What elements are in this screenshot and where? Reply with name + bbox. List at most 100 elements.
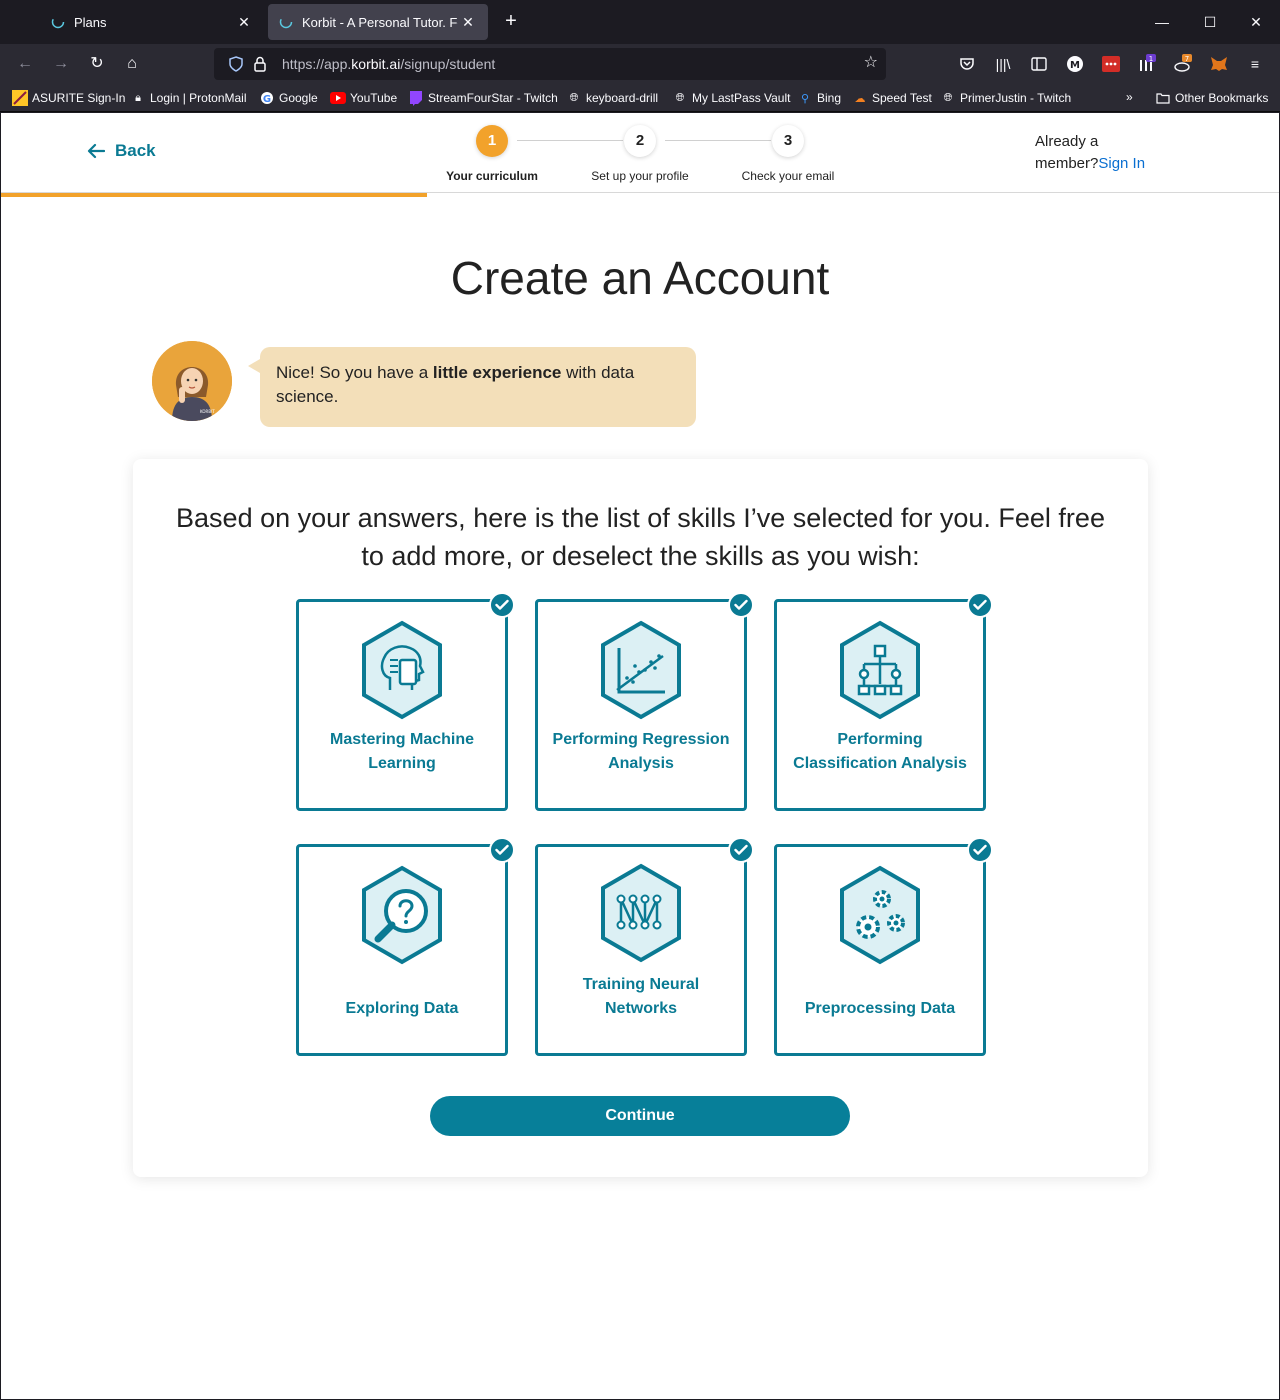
regression-chart-icon [601, 620, 681, 720]
back-label: Back [115, 141, 156, 160]
lastpass-icon[interactable] [1101, 54, 1121, 74]
asu-icon [12, 90, 28, 106]
browser-tab-bar: Plans ✕ Korbit - A Personal Tutor. For E… [0, 0, 1280, 44]
step-label: Set up your profile [591, 169, 689, 183]
youtube-icon [330, 90, 346, 106]
lock-icon[interactable] [248, 52, 272, 76]
step-check-email: 3 Check your email [728, 125, 848, 183]
checkmark-icon [728, 837, 754, 863]
tab-title: Plans [74, 14, 107, 30]
bookmark-streamfourstar[interactable]: StreamFourStar - Twitch [408, 90, 558, 106]
continue-button[interactable]: Continue [430, 1096, 850, 1136]
forward-arrow-icon[interactable]: → [49, 52, 73, 76]
already-member-text: Already a member?Sign In [1035, 133, 1146, 172]
twitch-icon [408, 90, 424, 106]
extension-equalizer-icon[interactable]: 1 [1137, 54, 1157, 74]
close-tab-icon[interactable]: ✕ [234, 14, 254, 31]
skill-name: Performing Regression Analysis [552, 731, 730, 772]
skill-name: Exploring Data [345, 1000, 459, 1017]
bookmark-bing[interactable]: ⚲ Bing [797, 90, 841, 106]
back-arrow-icon[interactable]: ← [13, 52, 37, 76]
library-icon[interactable]: |||\ [993, 54, 1013, 74]
neural-network-icon [601, 863, 681, 963]
page: Back 1 Your curriculum 2 Set up your pro… [1, 113, 1279, 1399]
bookmark-protonmail[interactable]: 🔒︎ Login | ProtonMail [130, 90, 246, 106]
account-icon[interactable]: M [1065, 54, 1085, 74]
classification-tree-icon [840, 620, 920, 720]
folder-icon [1155, 90, 1171, 106]
skill-name: Performing Classification Analysis [793, 731, 967, 772]
skill-name: Preprocessing Data [804, 1000, 956, 1017]
step-set-up-profile: 2 Set up your profile [580, 125, 700, 183]
tutor-avatar: KORBIT [152, 341, 232, 421]
cloud-icon: ☁︎ [854, 92, 866, 105]
lock-icon: 🔒︎ [135, 91, 141, 104]
magnifier-question-icon [362, 865, 442, 965]
gears-icon [840, 865, 920, 965]
bookmark-speed-test[interactable]: ☁︎ Speed Test [852, 90, 932, 106]
page-title: Create an Account [450, 252, 830, 304]
close-window-icon[interactable]: ✕ [1244, 10, 1268, 34]
skill-name: Mastering Machine Learning [329, 731, 475, 772]
bookmark-primerjustin[interactable]: 🌐︎ PrimerJustin - Twitch [940, 90, 1072, 106]
step-number: 2 [624, 125, 656, 157]
ml-head-icon [362, 620, 442, 720]
bookmark-keyboard-drill[interactable]: 🌐︎ keyboard-drill [566, 90, 658, 106]
new-tab-icon[interactable]: + [500, 10, 522, 32]
step-your-curriculum: 1 Your curriculum [432, 125, 552, 183]
skill-name: Training Neural Networks [582, 976, 700, 1017]
extension-badge: 1 [1149, 55, 1153, 63]
tab-korbit[interactable]: Korbit - A Personal Tutor. For Ev ✕ [268, 4, 488, 40]
skill-card-performing-regression-analysis[interactable]: Performing Regression Analysis [535, 592, 754, 811]
bookmarks-bar: ASURITE Sign-In 🔒︎ Login | ProtonMail G Go… [0, 84, 1280, 112]
close-tab-icon[interactable]: ✕ [458, 14, 478, 31]
skill-card-exploring-data[interactable]: Exploring Data [296, 837, 515, 1056]
minimize-icon[interactable]: — [1150, 10, 1174, 34]
reload-icon[interactable]: ↻ [85, 52, 109, 76]
svg-text:M: M [1070, 60, 1080, 71]
skills-intro-text: Based on your answers, here is the list … [176, 503, 1105, 571]
checkmark-icon [967, 837, 993, 863]
google-icon: G [259, 90, 275, 106]
extension-cloud-icon[interactable]: 7 [1173, 54, 1193, 74]
globe-icon: 🌐︎ [943, 91, 953, 104]
arrow-left-icon [87, 143, 105, 159]
metamask-fox-icon[interactable] [1209, 54, 1229, 74]
skill-card-preprocessing-data[interactable]: Preprocessing Data [774, 837, 993, 1056]
extension-badge: 7 [1185, 55, 1189, 63]
menu-hamburger-icon[interactable]: ≡ [1245, 54, 1265, 74]
tab-plans[interactable]: Plans ✕ [40, 4, 264, 40]
loading-icon [278, 14, 294, 30]
signup-header: Back 1 Your curriculum 2 Set up your pro… [1, 113, 1279, 193]
step-number: 1 [476, 125, 508, 157]
url-text: https://app.korbit.ai/signup/student [282, 56, 496, 72]
bookmark-google[interactable]: G Google [259, 90, 318, 106]
maximize-icon[interactable]: ☐ [1198, 10, 1222, 34]
pocket-icon[interactable] [957, 54, 977, 74]
browser-nav-bar: ← → ↻ ⌂ https://app.korbit.ai/signup/stu… [0, 44, 1280, 84]
globe-icon: 🌐︎ [675, 91, 685, 104]
step-label: Your curriculum [446, 169, 538, 183]
step-number: 3 [772, 125, 804, 157]
svg-text:G: G [263, 94, 271, 105]
loading-icon [50, 14, 66, 30]
checkmark-icon [728, 592, 754, 618]
tab-title: Korbit - A Personal Tutor. For Ev [302, 14, 458, 30]
sign-in-link[interactable]: Sign In [1098, 155, 1145, 172]
bookmark-asurite[interactable]: ASURITE Sign-In [12, 90, 125, 106]
skill-card-mastering-machine-learning[interactable]: Mastering Machine Learning [296, 592, 515, 811]
skill-card-performing-classification-analysis[interactable]: Performing Classification Analysis [774, 592, 993, 811]
home-icon[interactable]: ⌂ [120, 52, 144, 76]
other-bookmarks[interactable]: Other Bookmarks [1155, 90, 1268, 106]
bookmark-lastpass[interactable]: 🌐︎ My LastPass Vault [672, 90, 791, 106]
bookmarks-overflow-icon[interactable]: » [1126, 90, 1133, 104]
shield-icon[interactable] [224, 52, 248, 76]
bookmark-star-icon[interactable]: ☆ [864, 52, 878, 72]
back-button[interactable]: Back [87, 141, 156, 161]
skill-card-training-neural-networks[interactable]: Training Neural Networks [535, 837, 754, 1056]
sidebar-icon[interactable] [1029, 54, 1049, 74]
checkmark-icon [967, 592, 993, 618]
step-label: Check your email [741, 169, 835, 183]
bookmark-youtube[interactable]: YouTube [330, 90, 397, 106]
url-bar[interactable]: https://app.korbit.ai/signup/student ☆ [214, 48, 886, 80]
